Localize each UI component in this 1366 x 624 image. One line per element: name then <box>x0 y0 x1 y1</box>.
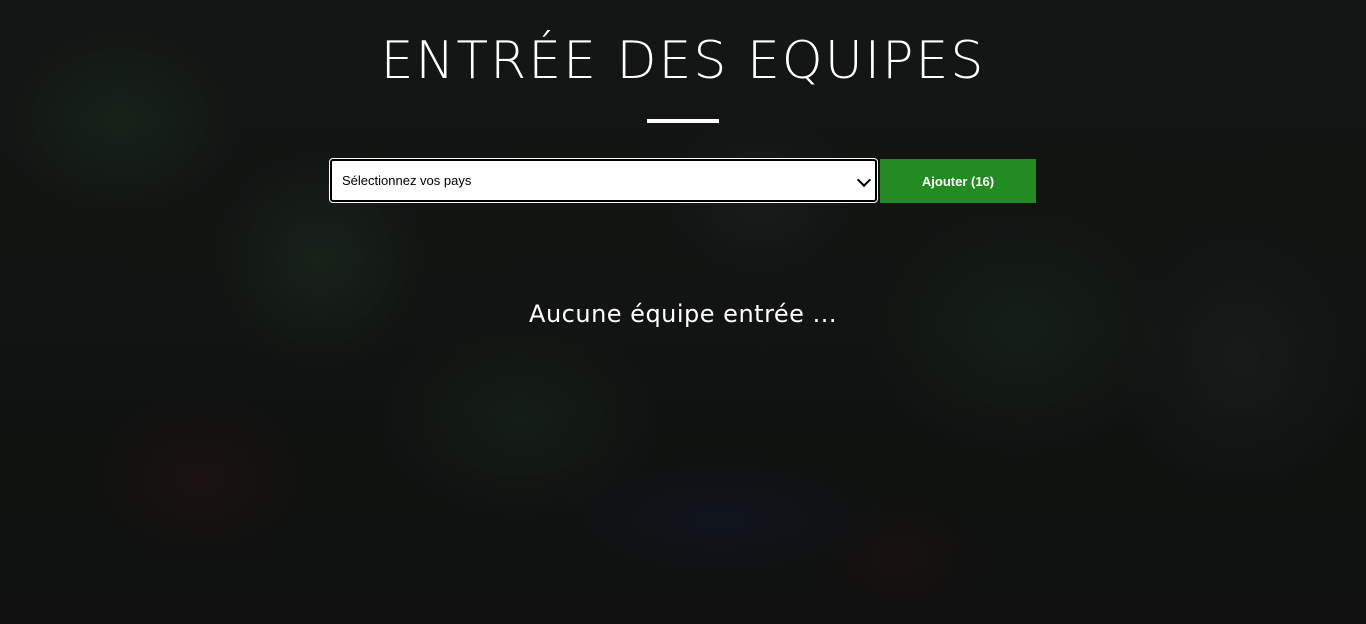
country-select-value: Sélectionnez vos pays <box>342 173 472 188</box>
empty-teams-message: Aucune équipe entrée ... <box>529 300 837 328</box>
page-title: ENTRÉE DES EQUIPES <box>380 31 986 91</box>
add-button[interactable]: Ajouter (16) <box>880 159 1036 203</box>
country-select[interactable]: Sélectionnez vos pays <box>329 158 878 203</box>
main-content: ENTRÉE DES EQUIPES Sélectionnez vos pays… <box>0 0 1366 624</box>
chevron-down-icon <box>856 172 872 187</box>
title-underline <box>647 119 719 123</box>
